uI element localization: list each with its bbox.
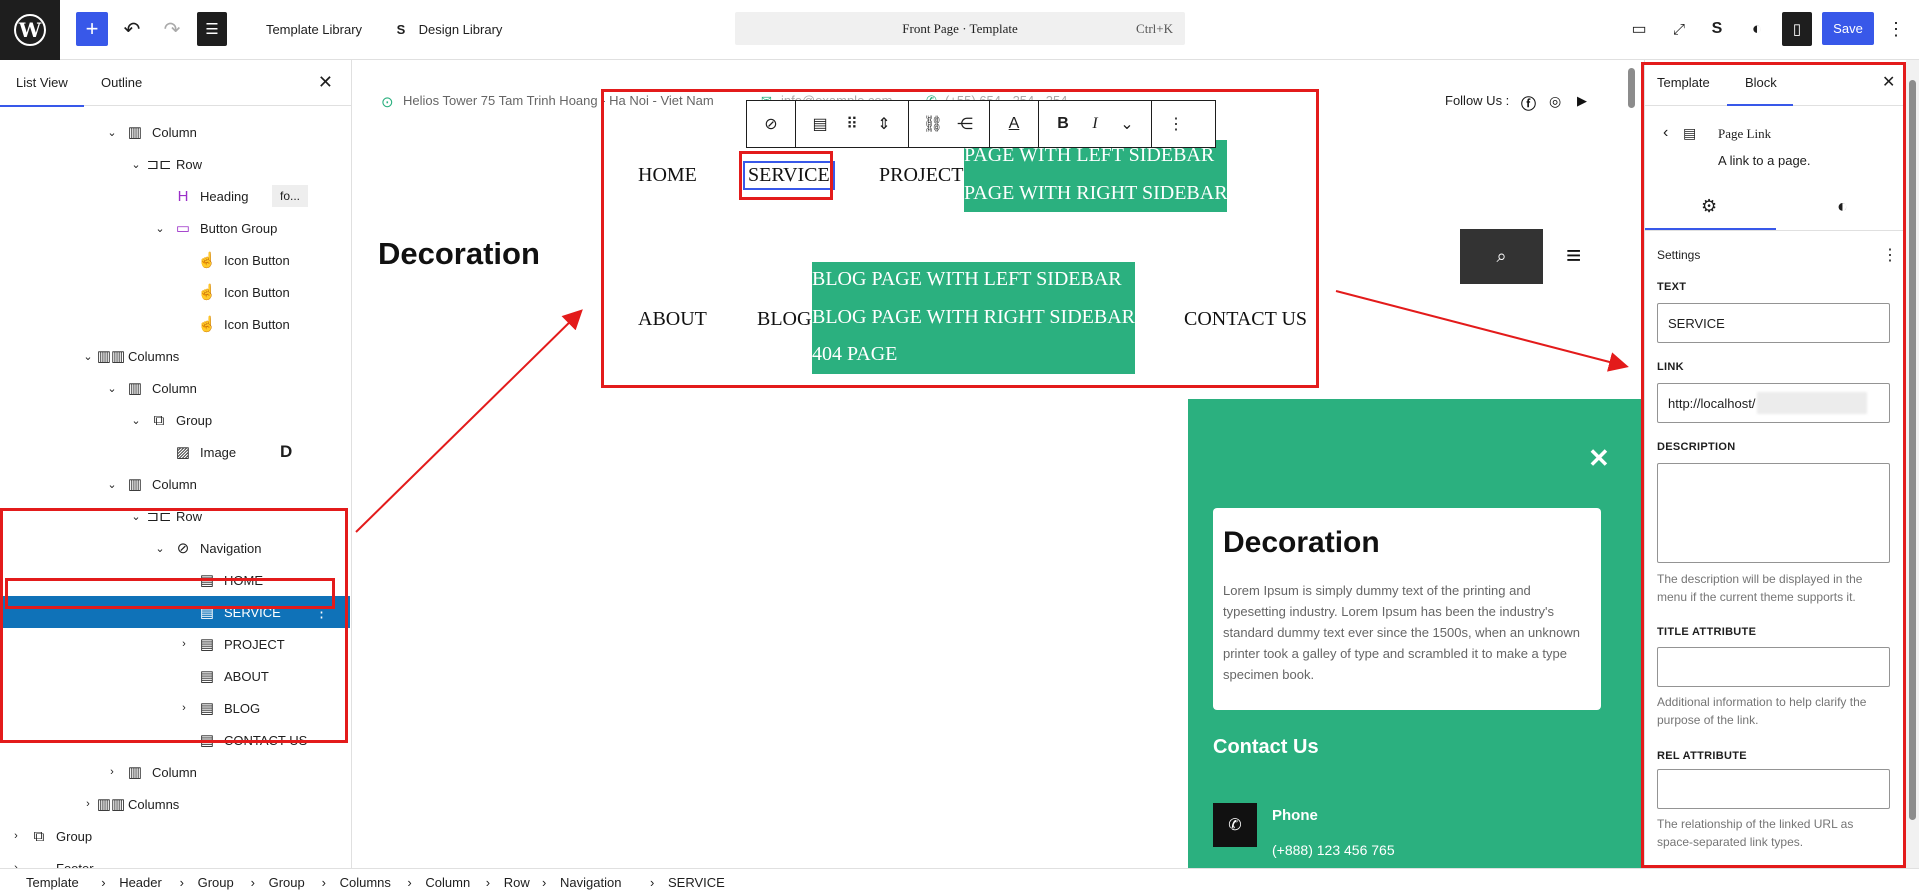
annotation-box-settings (1641, 62, 1906, 868)
arrow-preview-to-settings (1335, 290, 1629, 372)
arrow-tree-to-preview (355, 309, 583, 533)
annotation-arrows (355, 290, 1629, 533)
scrollbar-thumb[interactable] (1909, 80, 1916, 820)
settings-scrollbar[interactable] (1906, 60, 1919, 868)
